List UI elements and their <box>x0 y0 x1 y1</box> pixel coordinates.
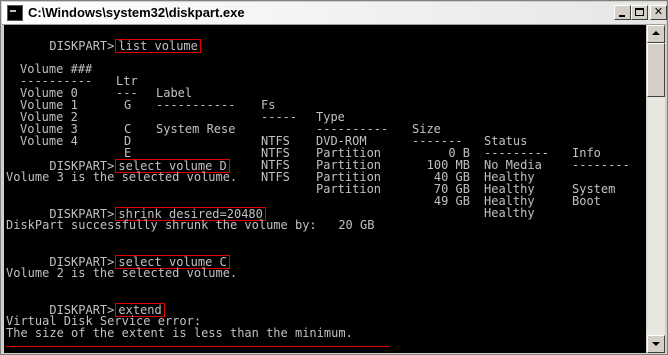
cell-volume: Volume 4 <box>20 134 78 148</box>
output-line: DiskPart successfully shrunk the volume … <box>6 218 375 232</box>
separator-info: -------- <box>572 158 630 172</box>
cell-size: 49 GB <box>433 194 470 208</box>
minimize-button[interactable] <box>614 5 631 20</box>
output-line: Volume 3 is the selected volume. <box>6 170 238 184</box>
window-title: C:\Windows\system32\diskpart.exe <box>28 5 245 20</box>
close-button[interactable]: ✕ <box>650 5 667 20</box>
console-output[interactable]: DISKPART> list volume Volume ### Ltr Labe… <box>4 25 646 353</box>
table-row: Volume 1 System Rese NTFS Partition 100 … <box>6 87 646 195</box>
table-header: Volume ### Ltr Label Fs Type Size Status… <box>6 51 646 159</box>
table-row: Volume 3 D NTFS Partition 70 GB Healthy <box>6 111 646 207</box>
arrow-down-icon <box>652 342 660 346</box>
prompt-line: DISKPART> select volume C <box>6 243 230 269</box>
console-icon <box>7 5 23 21</box>
close-icon: ✕ <box>653 5 664 18</box>
error-underline <box>6 346 390 347</box>
arrow-up-icon <box>652 31 660 35</box>
scroll-up-button[interactable] <box>647 25 665 43</box>
cell-type: Partition <box>316 182 382 196</box>
cell-fs: NTFS <box>261 170 290 184</box>
prompt-line: DISKPART> shrink desired=20480 <box>6 195 266 221</box>
table-row: Volume 4 E NTFS Partition 49 GB Healthy <box>6 123 646 219</box>
table-separator: ---------- --- ----------- ----- -------… <box>6 63 646 171</box>
minimize-icon <box>619 15 625 17</box>
prompt-line: DISKPART> select volume D <box>6 147 230 173</box>
table-row: Volume 2 C NTFS Partition 40 GB Healthy … <box>6 99 646 207</box>
maximize-icon <box>635 8 644 16</box>
output-line: Volume 2 is the selected volume. <box>6 266 238 280</box>
scroll-thumb[interactable] <box>647 43 665 97</box>
title-bar[interactable]: C:\Windows\system32\diskpart.exe ✕ <box>2 2 667 25</box>
maximize-button[interactable] <box>631 5 648 20</box>
prompt-line: DISKPART> list volume <box>6 27 201 53</box>
table-row: Volume 0 G DVD-ROM 0 B No Media <box>6 75 646 171</box>
cell-info: Boot <box>572 194 601 208</box>
scroll-down-button[interactable] <box>647 335 665 353</box>
cell-status: Healthy <box>484 206 535 220</box>
error-message: The size of the extent is less than the … <box>6 326 353 340</box>
prompt-line: DISKPART> extend <box>6 291 165 317</box>
console-window: C:\Windows\system32\diskpart.exe ✕ DISKP… <box>0 0 668 355</box>
vertical-scrollbar[interactable] <box>647 25 665 353</box>
